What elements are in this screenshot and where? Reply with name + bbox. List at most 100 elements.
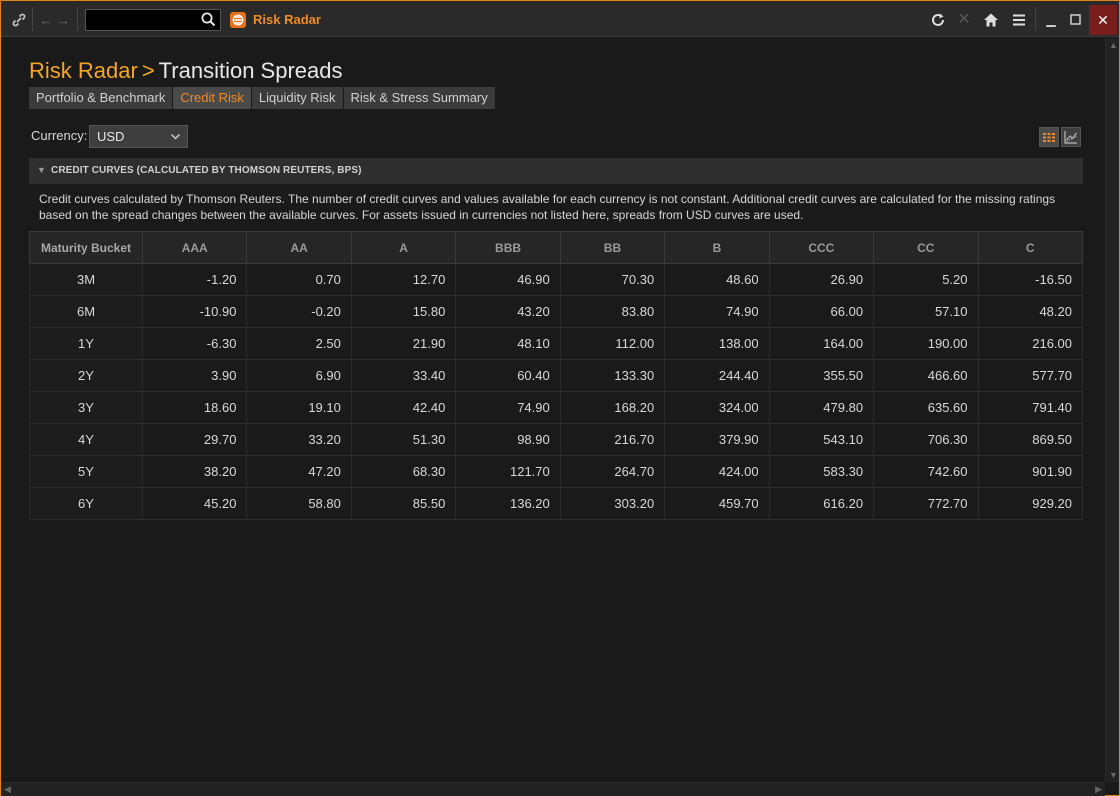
chart-view-button[interactable] xyxy=(1061,127,1081,147)
forward-arrow-icon[interactable]: → xyxy=(56,10,70,30)
maturity-bucket-cell: 4Y xyxy=(29,423,143,456)
spread-cell: 15.80 xyxy=(350,295,457,328)
spread-cell: 12.70 xyxy=(350,263,457,296)
vertical-scrollbar[interactable]: ▲ ▼ xyxy=(1105,38,1119,782)
maturity-bucket-cell: 6M xyxy=(29,295,143,328)
spread-cell: 3.90 xyxy=(141,359,248,392)
spread-cell: 38.20 xyxy=(141,455,248,488)
currency-label: Currency: xyxy=(31,128,88,143)
column-header-ccc[interactable]: CCC xyxy=(768,231,875,264)
close-tab-icon[interactable]: ✕ xyxy=(954,10,974,30)
spread-cell: 6.90 xyxy=(246,359,352,392)
horizontal-scrollbar[interactable]: ◀ ▶ xyxy=(1,782,1105,796)
credit-curves-table: Maturity Bucket AAA AA A BBB BB B CCC CC C 3M -1.2… xyxy=(29,231,1083,520)
spread-cell: 635.60 xyxy=(873,391,979,424)
spread-cell: 577.70 xyxy=(977,359,1083,392)
column-header-b[interactable]: B xyxy=(664,231,770,264)
refresh-icon[interactable] xyxy=(928,10,948,30)
spread-cell: 355.50 xyxy=(768,359,875,392)
spread-cell: 42.40 xyxy=(350,391,457,424)
tab-liquidity-risk[interactable]: Liquidity Risk xyxy=(251,87,344,109)
spread-cell: 164.00 xyxy=(768,327,875,360)
scroll-down-icon[interactable]: ▼ xyxy=(1109,770,1118,780)
scroll-up-icon[interactable]: ▲ xyxy=(1109,40,1118,50)
maturity-bucket-cell: 1Y xyxy=(29,327,143,360)
credit-curves-section-header[interactable]: ▼ CREDIT CURVES (CALCULATED BY THOMSON R… xyxy=(29,158,1083,184)
table-row: 6Y 45.20 58.80 85.50 136.20 303.20 459.70 616.2… xyxy=(29,487,1083,520)
column-header-bb[interactable]: BB xyxy=(559,231,666,264)
menu-icon[interactable] xyxy=(1009,10,1029,30)
scroll-left-icon[interactable]: ◀ xyxy=(4,784,11,795)
column-header-aaa[interactable]: AAA xyxy=(141,231,248,264)
table-row: 4Y 29.70 33.20 51.30 98.90 216.70 379.90 543.10… xyxy=(29,423,1083,456)
grid-icon xyxy=(1043,133,1055,142)
spread-cell: 83.80 xyxy=(559,295,666,328)
tab-risk-stress-summary[interactable]: Risk & Stress Summary xyxy=(343,87,496,109)
collapse-triangle-icon[interactable]: ▼ xyxy=(37,165,46,175)
column-header-a[interactable]: A xyxy=(350,231,457,264)
spread-cell: 68.30 xyxy=(350,455,457,488)
search-icon[interactable] xyxy=(201,12,217,28)
chevron-down-icon xyxy=(170,126,181,150)
spread-cell: -6.30 xyxy=(141,327,248,360)
currency-selected-value: USD xyxy=(97,129,125,144)
line-chart-icon xyxy=(1064,131,1077,144)
table-header-row: Maturity Bucket AAA AA A BBB BB B CCC CC C xyxy=(29,231,1083,264)
minimize-icon[interactable]: ▁ xyxy=(1041,10,1061,30)
table-row: 2Y 3.90 6.90 33.40 60.40 133.30 244.40 355.50 46… xyxy=(29,359,1083,392)
spread-cell: 46.90 xyxy=(455,263,561,296)
spread-cell: 216.70 xyxy=(559,423,666,456)
column-header-maturity-bucket[interactable]: Maturity Bucket xyxy=(29,231,143,264)
close-window-icon[interactable]: ✕ xyxy=(1089,5,1117,35)
spread-cell: 583.30 xyxy=(768,455,875,488)
back-arrow-icon[interactable]: ← xyxy=(39,10,53,30)
maturity-bucket-cell: 6Y xyxy=(29,487,143,520)
spread-cell: -0.20 xyxy=(246,295,352,328)
table-view-button[interactable] xyxy=(1039,127,1059,147)
spread-cell: 43.20 xyxy=(455,295,561,328)
toolbar-divider xyxy=(77,7,78,31)
maturity-bucket-cell: 3Y xyxy=(29,391,143,424)
home-icon[interactable] xyxy=(981,10,1001,30)
section-description: Credit curves calculated by Thomson Reut… xyxy=(39,192,1056,222)
link-icon[interactable] xyxy=(9,10,29,30)
spread-cell: 74.90 xyxy=(664,295,770,328)
spread-cell: 85.50 xyxy=(350,487,457,520)
tab-portfolio-benchmark[interactable]: Portfolio & Benchmark xyxy=(29,87,174,109)
spread-cell: 929.20 xyxy=(977,487,1083,520)
spread-cell: 244.40 xyxy=(664,359,770,392)
spread-cell: 190.00 xyxy=(873,327,979,360)
toolbar-divider xyxy=(32,7,33,31)
table-body: 3M -1.20 0.70 12.70 46.90 70.30 48.60 26.90 5.20… xyxy=(29,263,1083,520)
title-bar: ← → Risk Radar ✕ ▁ ✕ xyxy=(1,1,1119,37)
spread-cell: 264.70 xyxy=(559,455,666,488)
spread-cell: 869.50 xyxy=(977,423,1083,456)
spread-cell: 29.70 xyxy=(141,423,248,456)
table-row: 6M -10.90 -0.20 15.80 43.20 83.80 74.90 66.00 57… xyxy=(29,295,1083,328)
spread-cell: 772.70 xyxy=(873,487,979,520)
spread-cell: 791.40 xyxy=(977,391,1083,424)
table-row: 3Y 18.60 19.10 42.40 74.90 168.20 324.00 479.80… xyxy=(29,391,1083,424)
column-header-cc[interactable]: CC xyxy=(873,231,979,264)
spread-cell: 21.90 xyxy=(350,327,457,360)
table-row: 5Y 38.20 47.20 68.30 121.70 264.70 424.00 583.3… xyxy=(29,455,1083,488)
currency-select[interactable]: USD xyxy=(89,125,188,148)
spread-cell: 5.20 xyxy=(873,263,979,296)
spread-cell: 424.00 xyxy=(664,455,770,488)
column-header-bbb[interactable]: BBB xyxy=(455,231,561,264)
spread-cell: 33.20 xyxy=(246,423,352,456)
spread-cell: 66.00 xyxy=(768,295,875,328)
column-header-aa[interactable]: AA xyxy=(246,231,352,264)
maximize-icon[interactable] xyxy=(1065,10,1085,30)
spread-cell: 45.20 xyxy=(141,487,248,520)
spread-cell: 60.40 xyxy=(455,359,561,392)
toolbar-divider xyxy=(1035,7,1036,31)
breadcrumb-app[interactable]: Risk Radar xyxy=(29,58,138,83)
spread-cell: 706.30 xyxy=(873,423,979,456)
column-header-c[interactable]: C xyxy=(977,231,1083,264)
app-name: Risk Radar xyxy=(253,12,321,27)
tab-credit-risk[interactable]: Credit Risk xyxy=(173,87,252,109)
main-content: Risk Radar > Transition Spreads Portfolio … xyxy=(1,38,1105,782)
page-title: Transition Spreads xyxy=(158,58,343,83)
scroll-right-icon[interactable]: ▶ xyxy=(1095,784,1102,795)
